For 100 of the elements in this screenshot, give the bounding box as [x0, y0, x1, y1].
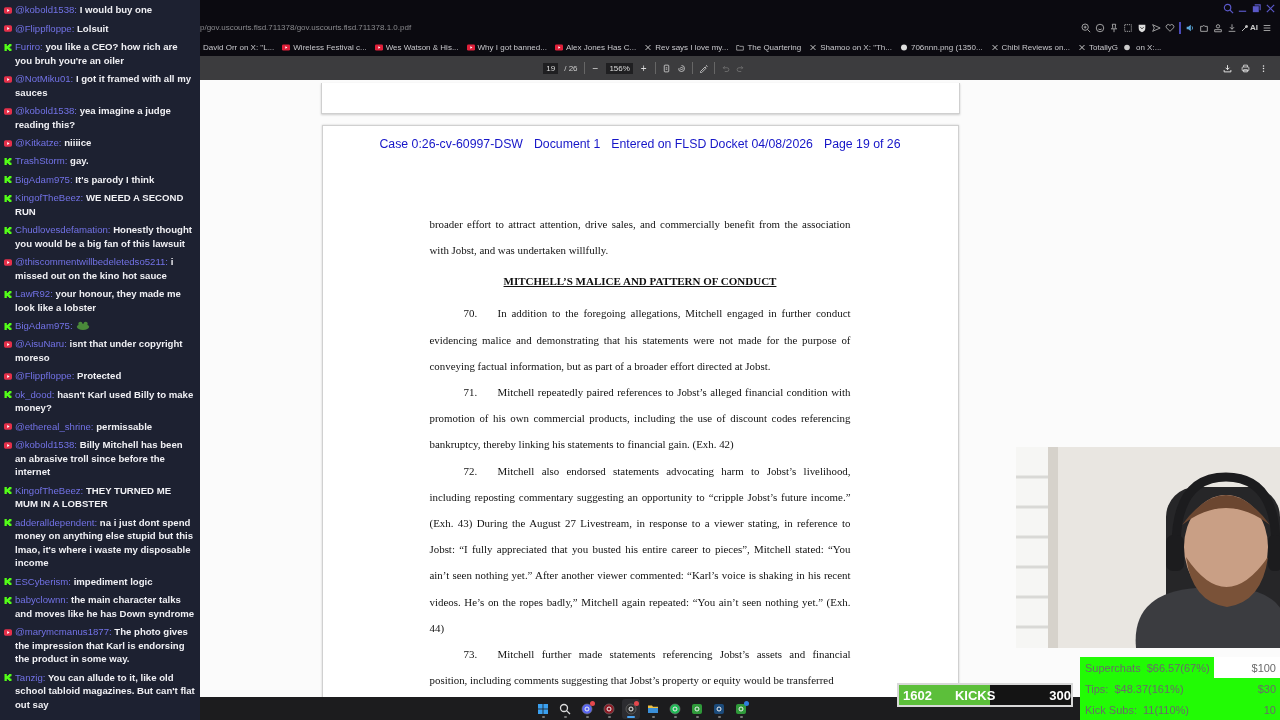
chat-message: ok_dood: hasn't Karl used Billy to make money?: [15, 387, 195, 415]
goal-target: $30: [1257, 682, 1276, 695]
chat-message: babyclownn: the main character talks and moves like he has Down syndrome: [15, 593, 196, 621]
print-icon[interactable]: [1241, 63, 1250, 73]
restore-icon[interactable]: [1251, 3, 1262, 14]
bookmark[interactable]: Alex Jones Has C...: [554, 42, 637, 52]
pin-icon[interactable]: [1109, 22, 1119, 33]
zoom-in-button[interactable]: +: [638, 62, 649, 74]
bookmark[interactable]: Wireless Festival c...: [282, 42, 367, 52]
play-icon: [4, 139, 12, 147]
chat-message: Tanzig: You can allude to it, like old school tabloid magazines. But can't flat out say: [15, 670, 196, 712]
wand-icon: [1241, 23, 1249, 32]
k-logo-icon: [4, 176, 12, 184]
chat-message: adderalldependent: na i just dont spend money on anything else stupid but this lmao, it's where i waste my disposable income: [15, 515, 195, 570]
chat-message: @Flippfloppe: Lolsuit: [15, 21, 109, 36]
k-logo-icon: [4, 519, 12, 527]
close-icon[interactable]: [1265, 3, 1276, 14]
puzzle-icon[interactable]: [1199, 22, 1209, 33]
k-logo-icon: [4, 596, 12, 604]
numbered-paragraph: 71. Mitchell repeatedly paired references to Jobst’s alleged financial condition with promotion of his own commercial products, including the use of discount codes referencing bankruptcy, thereby linking his statements to financial gain. (Exh. 42): [429, 385, 851, 453]
chat-message: @kobold1538: Billy Mitchell has been an abrasive troll since before the internet: [15, 438, 184, 479]
fit-page-icon[interactable]: [661, 63, 671, 73]
shield-icon[interactable]: [1137, 22, 1147, 33]
play-icon: [4, 107, 12, 115]
play-icon: [4, 423, 12, 431]
play-icon: [466, 43, 475, 51]
goal-amount: $66.57(67%): [1146, 661, 1210, 674]
annotate-icon[interactable]: [698, 63, 708, 73]
play-icon: [4, 340, 12, 348]
chat-message: @thiscommentwillbedeletedso5211: i missed out on the kino hot sauce: [15, 255, 175, 283]
chat-message: @Flippfloppe: Protected: [15, 369, 122, 383]
goal-label: Kick Subs:: [1085, 703, 1137, 716]
page-header-text: Case 0:26-cv-60997-DSW: [379, 137, 523, 151]
chat-message: @AisuNaru: isnt that under copyright moreso: [15, 337, 184, 365]
chat-message: @NotMiku01: I got it framed with all my sauces: [15, 72, 193, 100]
speaker-icon[interactable]: [1185, 22, 1195, 33]
numbered-paragraph: 72. Mitchell also endorsed statements advocating harm to Jobst’s livelihood, including reposting commentary suggesting an opportunity to “cripple Jobst’s future income.” (Exh. 43) During the August 27 Livestream, in response to a viewer stating, in reference to Jobst: “I fully appreciated that you busted his entire career to pieces”, Mitchell stated: “You ain’t seen nothing yet.” After another viewer commented: “Karl’s voice is shaking in his recent videos. He’s on the ropes badly,” Mitchell again repeated: “You ain’t seen nothing yet.” (Exh. 44): [429, 463, 851, 636]
play-icon: [4, 258, 12, 266]
page-number-field[interactable]: 19: [543, 62, 559, 74]
chat-message: @marymcmanus1877: The photo gives the impression that Karl is endorsing the product in some way.: [15, 625, 189, 666]
x-icon: [644, 43, 653, 51]
search-icon[interactable]: [1223, 3, 1234, 14]
bookmark[interactable]: Chibi Reviews on...: [990, 42, 1071, 52]
bookmark[interactable]: 706nnn.png (1350...: [899, 42, 983, 52]
k-logo-icon: [4, 43, 12, 51]
zoom-field[interactable]: 156%: [606, 62, 633, 74]
send-icon[interactable]: [1151, 22, 1161, 33]
download-icon[interactable]: [1227, 22, 1237, 33]
taskbar-app-button[interactable]: [622, 698, 640, 719]
page-header-text: Entered on FLSD Docket 04/08/2026: [611, 137, 813, 151]
goal-amount: 11(110%): [1142, 703, 1190, 716]
folder-icon: [736, 43, 745, 51]
chat-message: @Kitkatze: niiiice: [15, 136, 92, 150]
bookmark[interactable]: The Quartering: [736, 42, 802, 52]
k-logo-icon: [4, 487, 12, 495]
k-logo-icon: [4, 157, 12, 165]
bookmark[interactable]: Why I got banned...: [466, 42, 547, 52]
x-icon: [1078, 43, 1087, 51]
page-total: / 26: [564, 63, 578, 73]
chat-message: KingofTheBeez: THEY TURNED ME MUM IN A LOBSTER: [15, 483, 173, 511]
bookmark[interactable]: Wes Watson & His...: [374, 42, 459, 52]
zoom-icon[interactable]: [1081, 22, 1091, 33]
chat-message: KingofTheBeez: WE NEED A SECOND RUN: [15, 191, 185, 219]
chat-message: Furiro: you like a CEO? how rich are you bruh you're an oiler: [15, 40, 179, 68]
play-icon: [4, 75, 12, 83]
play-icon: [4, 372, 12, 380]
k-logo-icon: [4, 194, 12, 202]
chat-message: LawR92: your honour, they made me look like a lobster: [15, 287, 182, 315]
person-icon[interactable]: [1213, 22, 1223, 33]
goal-target: 10: [1263, 703, 1276, 716]
numbered-paragraph: 73. Mitchell further made statements referencing Jobst’s assets and financial position, including comments suggesting that Jobst’s property or equity would be transferred: [429, 647, 851, 689]
smiley-icon[interactable]: [1095, 22, 1105, 33]
page-header-text: Page 19 of 26: [823, 137, 901, 151]
play-icon: [4, 441, 12, 449]
goal-amount: $48.37(161%): [1114, 682, 1184, 695]
zoom-out-button[interactable]: −: [590, 62, 601, 74]
address-text[interactable]: p/gov.uscourts.flsd.711378/gov.uscourts.flsd.711378.1.0.pdf: [200, 23, 412, 32]
page-header-text: Document 1: [533, 137, 601, 151]
start-icon: [537, 702, 549, 715]
k-logo-icon: [4, 290, 12, 298]
rotate-icon[interactable]: [676, 63, 686, 73]
crop-icon[interactable]: [1123, 22, 1133, 33]
heart-icon[interactable]: [1165, 22, 1175, 33]
bookmark[interactable]: David Orr on X: "L...: [203, 42, 275, 52]
menu-icon[interactable]: [1262, 22, 1272, 33]
bookmark[interactable]: TotallyG on X:...: [1078, 42, 1162, 52]
play-icon: [374, 43, 383, 51]
bookmark[interactable]: Shamoo on X: "Th...: [809, 42, 892, 52]
bookmark[interactable]: Rev says I love my...: [644, 42, 729, 52]
chat-message: Chudlovesdefamation: Honestly thought you would be a big fan of this lawsuit: [15, 223, 193, 251]
circle-icon: [899, 43, 908, 51]
goal-target: $100: [1251, 661, 1276, 674]
app-icon: [735, 702, 747, 715]
app-icon: [625, 702, 637, 715]
play-icon: [554, 43, 563, 51]
k-logo-icon: [4, 578, 12, 586]
ai-button[interactable]: AI: [1241, 23, 1258, 32]
k-logo-icon: [4, 322, 12, 330]
k-logo-icon: [4, 391, 12, 399]
chat-message: @ethereal_shrine: permissable: [15, 419, 153, 434]
